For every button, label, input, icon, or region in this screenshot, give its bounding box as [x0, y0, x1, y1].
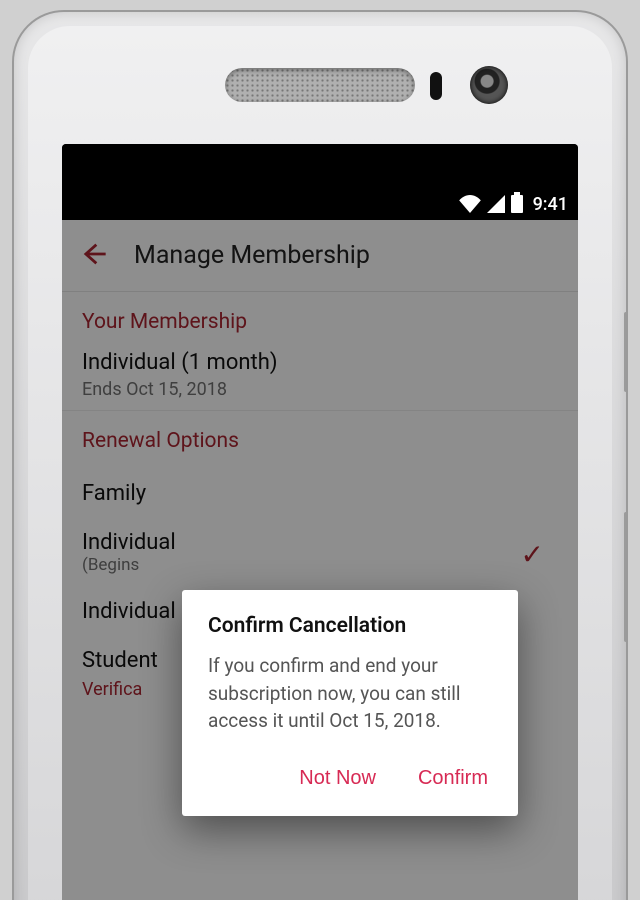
- status-clock: 9:41: [533, 194, 568, 215]
- not-now-button[interactable]: Not Now: [295, 761, 380, 796]
- status-bar: 9:41: [62, 188, 578, 220]
- dialog-body: If you confirm and end your subscription…: [208, 652, 492, 735]
- wifi-icon: [459, 195, 481, 213]
- proximity-sensor: [430, 72, 442, 100]
- confirm-button[interactable]: Confirm: [414, 761, 492, 796]
- dialog-actions: Not Now Confirm: [208, 761, 492, 802]
- confirm-cancellation-dialog: Confirm Cancellation If you confirm and …: [182, 590, 518, 816]
- hardware-button: [624, 512, 628, 642]
- app-surface: Manage Membership Your Membership Indivi…: [62, 220, 578, 900]
- battery-icon: [511, 195, 523, 213]
- hardware-button: [624, 312, 628, 392]
- speaker-grill: [225, 68, 415, 102]
- screen: 9:41 Manage Membership Your Membership I…: [62, 144, 578, 900]
- dialog-title: Confirm Cancellation: [208, 614, 492, 638]
- front-camera: [470, 66, 508, 104]
- cell-signal-icon: [487, 195, 505, 213]
- phone-frame: 9:41 Manage Membership Your Membership I…: [12, 10, 628, 900]
